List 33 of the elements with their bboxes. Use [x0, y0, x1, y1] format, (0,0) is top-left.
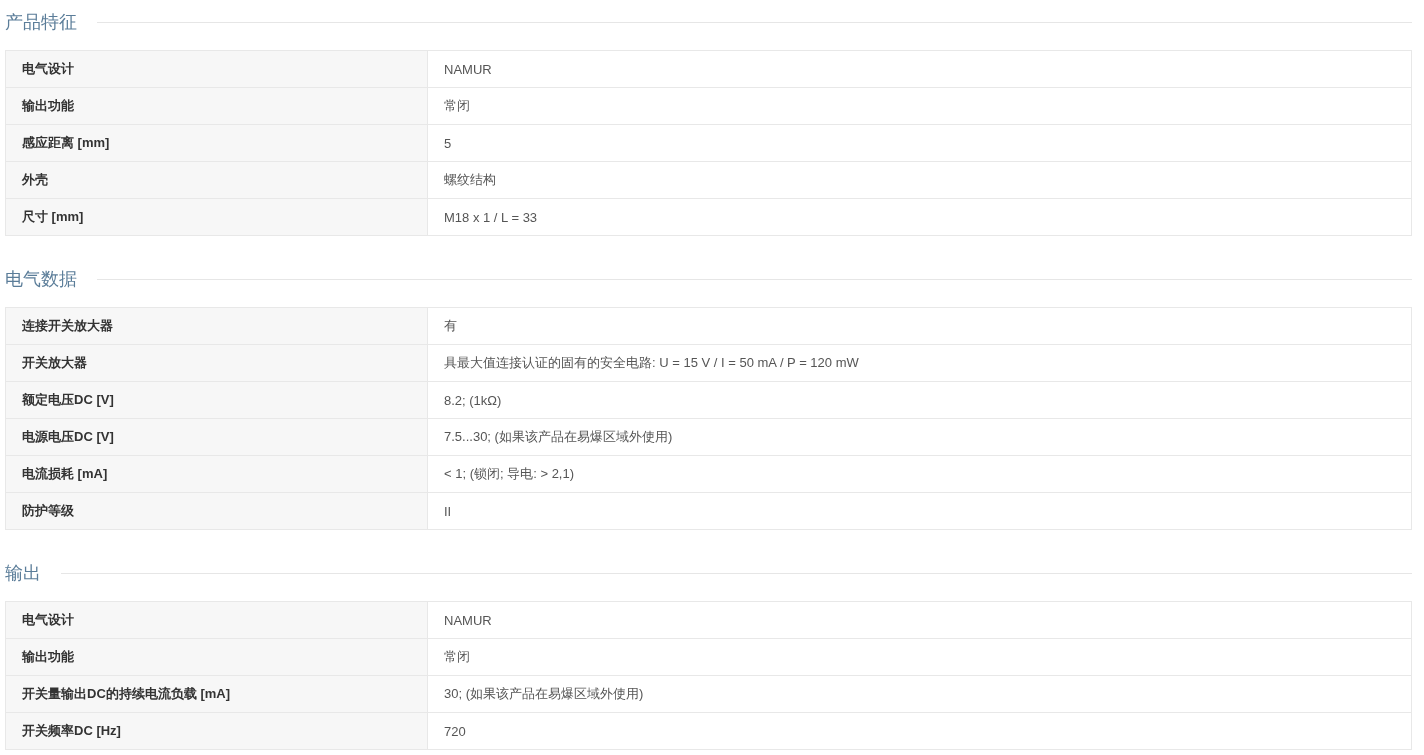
value-cell-text: M18 x 1 / L = 33: [443, 208, 539, 227]
value-cell-text: 720: [443, 722, 467, 741]
value-cell-text: NAMUR: [443, 611, 493, 630]
value-cell-text: 有: [443, 317, 458, 335]
value-cell-text: 常闭: [443, 648, 471, 666]
label-cell: 开关频率DC [Hz]: [6, 713, 428, 749]
label-cell: 电流损耗 [mA]: [6, 456, 428, 492]
section-title: 输出: [5, 562, 41, 585]
value-cell-text: 螺纹结构: [443, 171, 497, 189]
value-cell-text: < 1; (锁闭; 导电: > 2,1): [443, 465, 576, 483]
value-cell-text: 8.2; (1kΩ): [443, 391, 503, 410]
value-cell-text: 常闭: [443, 97, 471, 115]
value-cell-text: NAMUR: [443, 60, 493, 79]
label-cell: 尺寸 [mm]: [6, 199, 428, 235]
label-cell: 电源电压DC [V]: [6, 419, 428, 455]
label-cell: 开关量输出DC的持续电流负载 [mA]: [6, 676, 428, 712]
label-cell: 连接开关放大器: [6, 308, 428, 344]
section-title: 电气数据: [5, 268, 77, 291]
value-cell-text: 7.5...30; (如果该产品在易爆区域外使用): [443, 428, 674, 446]
label-cell: 开关放大器: [6, 345, 428, 381]
label-cell: 输出功能: [6, 88, 428, 124]
label-cell: 电气设计: [6, 51, 428, 87]
value-cell-text: 5: [443, 134, 453, 153]
section-title: 产品特征: [5, 11, 77, 34]
value-cell-text: 具最大值连接认证的固有的安全电路: U = 15 V / I = 50 mA / P = 120 mW: [443, 354, 860, 372]
label-cell: 外壳: [6, 162, 428, 198]
label-cell: 额定电压DC [V]: [6, 382, 428, 418]
label-cell: 防护等级: [6, 493, 428, 529]
label-cell: 电气设计: [6, 602, 428, 638]
value-cell-text: 30; (如果该产品在易爆区域外使用): [443, 685, 645, 703]
label-cell: 输出功能: [6, 639, 428, 675]
label-cell: 感应距离 [mm]: [6, 125, 428, 161]
value-cell-text: II: [443, 502, 453, 521]
